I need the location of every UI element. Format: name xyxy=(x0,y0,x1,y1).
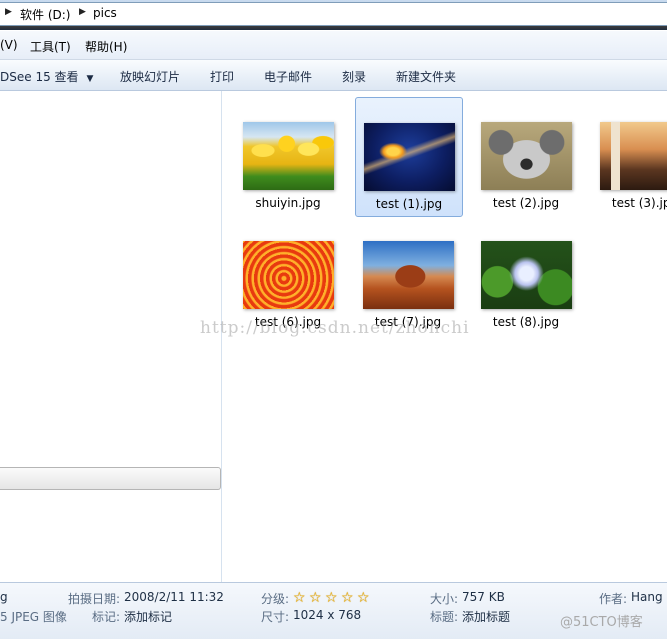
file-item-shuiyin[interactable]: shuiyin.jpg xyxy=(235,97,341,215)
file-name: test (3).jpg xyxy=(611,196,667,210)
breadcrumb-drive[interactable]: 软件 (D:) xyxy=(20,6,70,23)
divider xyxy=(0,26,667,30)
date-taken-label: 拍摄日期: xyxy=(68,592,121,606)
title-value[interactable]: 添加标题 xyxy=(462,608,510,625)
site-watermark: @51CTO博客 xyxy=(560,615,643,630)
burn-button[interactable]: 刻录 xyxy=(342,68,366,85)
breadcrumb-folder[interactable]: pics xyxy=(93,6,117,20)
command-bar: DSee 15 查看 ▼ 放映幻灯片 打印 电子邮件 刻录 新建文件夹 xyxy=(0,60,667,91)
details-pane: g 5 JPEG 图像 拍摄日期: 2008/2/11 11:32 标记: 添加… xyxy=(0,582,667,639)
rating-stars[interactable]: ☆ ☆ ☆ ☆ ☆ xyxy=(293,591,373,605)
file-name-partial: g xyxy=(0,590,8,604)
star-icon[interactable]: ☆ xyxy=(341,591,357,605)
open-with-acdsee-button[interactable]: DSee 15 查看 ▼ xyxy=(0,68,93,85)
image-thumbnail xyxy=(364,123,455,191)
breadcrumb-chevron-icon[interactable]: ▶ xyxy=(79,7,86,17)
print-button[interactable]: 打印 xyxy=(210,68,234,85)
image-thumbnail xyxy=(363,241,454,309)
file-item-test-2[interactable]: test (2).jpg xyxy=(473,97,579,215)
address-bar-area: ▶ 软件 (D:) ▶ pics xyxy=(0,0,667,30)
navigation-pane[interactable] xyxy=(0,91,222,582)
image-thumbnail xyxy=(600,122,667,190)
menu-bar: (V) 工具(T) 帮助(H) xyxy=(0,31,667,60)
file-name: test (2).jpg xyxy=(492,196,560,210)
star-icon[interactable]: ☆ xyxy=(325,591,341,605)
star-icon[interactable]: ☆ xyxy=(293,591,309,605)
image-thumbnail xyxy=(243,122,334,190)
size-value: 757 KB xyxy=(462,590,505,604)
file-item-test-6[interactable]: test (6).jpg xyxy=(235,216,341,334)
date-taken-value[interactable]: 2008/2/11 11:32 xyxy=(124,590,224,604)
tags-label: 标记: xyxy=(92,610,121,624)
image-thumbnail xyxy=(243,241,334,309)
file-name: test (8).jpg xyxy=(492,315,560,329)
file-item-test-1[interactable]: test (1).jpg xyxy=(355,97,463,217)
file-name: shuiyin.jpg xyxy=(255,196,321,210)
image-thumbnail xyxy=(481,241,572,309)
horizontal-scrollbar[interactable] xyxy=(0,467,221,490)
author-label: 作者: xyxy=(599,592,628,606)
file-item-test-8[interactable]: test (8).jpg xyxy=(473,216,579,334)
menu-view[interactable]: (V) xyxy=(0,38,18,52)
file-item-test-7[interactable]: test (7).jpg xyxy=(355,216,461,334)
rating-label: 分级: xyxy=(261,592,290,606)
tags-value[interactable]: 添加标记 xyxy=(124,608,172,625)
email-button[interactable]: 电子邮件 xyxy=(264,68,312,85)
menu-help[interactable]: 帮助(H) xyxy=(85,38,127,55)
star-icon[interactable]: ☆ xyxy=(357,591,373,605)
slideshow-button[interactable]: 放映幻灯片 xyxy=(120,68,180,85)
menu-tools[interactable]: 工具(T) xyxy=(30,38,71,55)
dimensions-label: 尺寸: xyxy=(261,610,290,624)
file-type-partial: 5 JPEG 图像 xyxy=(0,610,67,624)
star-icon[interactable]: ☆ xyxy=(309,591,325,605)
breadcrumb-chevron-icon[interactable]: ▶ xyxy=(5,7,12,17)
size-label: 大小: xyxy=(430,592,459,606)
file-name: test (1).jpg xyxy=(375,197,443,211)
title-label: 标题: xyxy=(430,610,459,624)
author-value[interactable]: Hang xyxy=(631,590,663,604)
image-thumbnail xyxy=(481,122,572,190)
dropdown-arrow-icon: ▼ xyxy=(86,74,94,84)
open-with-label: DSee 15 查看 xyxy=(0,70,79,84)
dimensions-value: 1024 x 768 xyxy=(293,608,362,622)
blog-watermark: http://blog.csdn.net/zhonchi xyxy=(200,318,470,338)
file-item-test-3[interactable]: test (3).jpg xyxy=(592,97,667,215)
address-bar[interactable]: ▶ 软件 (D:) ▶ pics xyxy=(0,2,667,26)
new-folder-button[interactable]: 新建文件夹 xyxy=(396,68,456,85)
